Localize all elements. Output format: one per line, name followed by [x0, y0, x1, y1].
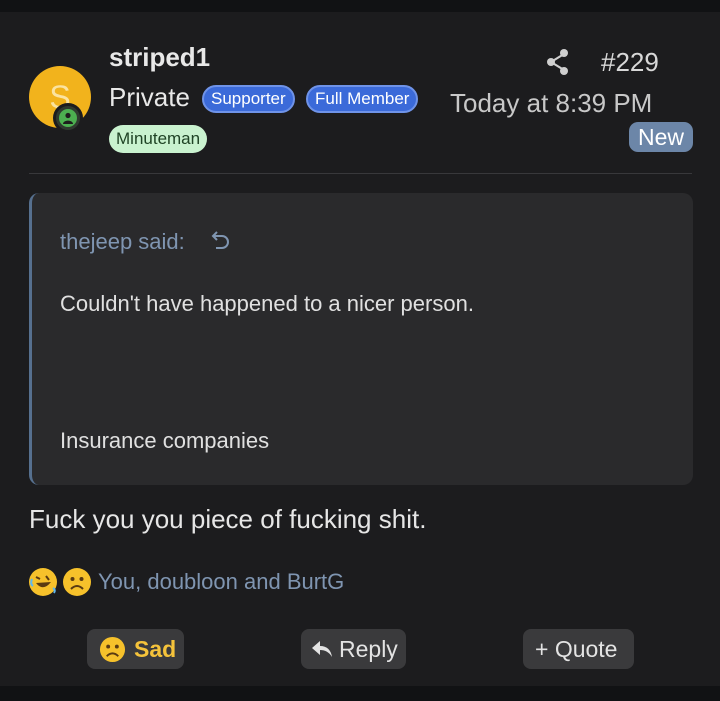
- reply-button[interactable]: Reply: [301, 629, 406, 669]
- reply-icon: [312, 641, 332, 657]
- reply-label: Reply: [339, 636, 398, 662]
- quote-label: + Quote: [535, 636, 618, 662]
- share-icon[interactable]: [545, 48, 571, 81]
- badge-full-member: Full Member: [306, 85, 419, 113]
- new-badge: New: [629, 122, 693, 152]
- sad-label: Sad: [134, 636, 177, 662]
- post-timestamp[interactable]: Today at 8:39 PM: [450, 88, 652, 119]
- jump-to-quote-icon[interactable]: [210, 228, 232, 257]
- post-number-link[interactable]: #229: [601, 47, 659, 78]
- quote-text-line: Couldn't have happened to a nicer person…: [60, 291, 474, 316]
- username-link[interactable]: striped1: [109, 42, 210, 73]
- quote-button[interactable]: + Quote: [523, 629, 634, 669]
- online-status-icon: [53, 103, 83, 133]
- user-rank: Private: [109, 82, 190, 112]
- quote-author-link[interactable]: thejeep said:: [60, 229, 185, 255]
- badge-supporter: Supporter: [202, 85, 295, 113]
- quote-text-line: Insurance companies: [60, 428, 270, 453]
- sad-emoji-icon: [99, 636, 126, 663]
- sad-reaction-button[interactable]: Sad: [87, 629, 184, 669]
- post-message: Fuck you you piece of fucking shit.: [29, 504, 427, 534]
- quote-block: thejeep said: Couldn't have happened to …: [29, 193, 693, 485]
- reaction-list-link[interactable]: You, doubloon and BurtG: [98, 569, 344, 595]
- header-divider: [29, 173, 692, 174]
- sad-emoji-icon: [63, 568, 91, 596]
- badge-minuteman: Minuteman: [109, 125, 208, 153]
- rofl-emoji-icon: [29, 568, 57, 596]
